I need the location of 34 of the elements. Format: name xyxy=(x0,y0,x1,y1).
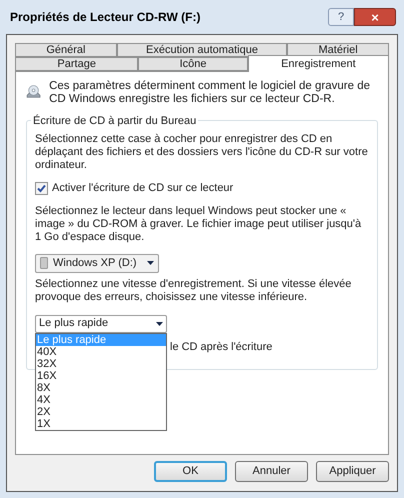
description-text: Sélectionnez une vitesse d'enregistrement. Si une vitesse élevée provoque des erreurs, choisissez une vitesse inférieure. xyxy=(35,278,352,304)
dropdown-value: Le plus rapide xyxy=(39,316,110,332)
dropdown-option[interactable]: 32X xyxy=(36,358,166,370)
dialog-button[interactable]: Annuler xyxy=(235,461,308,482)
tab[interactable]: Partage xyxy=(15,57,138,71)
speed-dropdown[interactable]: Le plus rapide xyxy=(35,314,167,332)
tab[interactable]: Icône xyxy=(138,57,248,71)
dropdown-option[interactable]: 4X xyxy=(36,394,166,406)
check-icon xyxy=(37,184,46,193)
tab[interactable]: Général xyxy=(15,43,117,57)
checkbox-label: le CD après l'écriture xyxy=(170,340,272,352)
dropdown-option[interactable]: 2X xyxy=(36,406,166,418)
tab[interactable]: Exécution automatique xyxy=(116,43,288,57)
close-button[interactable]: × xyxy=(354,8,396,26)
dropdown-option[interactable]: 40X xyxy=(36,346,166,358)
dropdown-option[interactable]: 16X xyxy=(36,370,166,382)
window-title: Propriétés de Lecteur CD-RW (F:) xyxy=(10,9,202,26)
intro-text: Ces paramètres déterminent comment le logiciel de gravure de CD Windows enregistre les fichiers sur ce lecteur CD-R. xyxy=(49,79,371,106)
dropdown-option[interactable]: 1X xyxy=(36,418,166,430)
dialog-button[interactable]: Appliquer xyxy=(316,461,389,482)
dropdown-option[interactable]: 8X xyxy=(36,382,166,394)
tab[interactable]: Enregistrement xyxy=(248,55,390,72)
group-title: Écriture de CD à partir du Bureau xyxy=(31,113,198,130)
caret-icon xyxy=(147,261,154,265)
drive-dropdown[interactable]: Windows XP (D:) xyxy=(35,254,159,272)
help-button[interactable]: ? xyxy=(328,8,354,26)
checkbox-label: Activer l'écriture de CD sur ce lecteur xyxy=(52,181,234,196)
description-text: Sélectionnez cette case à cocher pour enregistrer des CD en déplaçant des fichiers et des dossiers vers l'icône du CD-R sur votre ordinateur. xyxy=(35,133,369,172)
dialog-button[interactable]: OK xyxy=(154,461,227,482)
description-text: Sélectionnez le lecteur dans lequel Windows peut stocker une « image » du CD-ROM à graver. Le fichier image peut utiliser jusqu'à 1 Go d'espace disque. xyxy=(35,204,362,244)
checkbox[interactable] xyxy=(35,182,48,195)
caret-icon xyxy=(156,322,163,326)
dropdown-value: Windows XP (D:) xyxy=(53,256,138,271)
drive-icon xyxy=(40,257,48,269)
